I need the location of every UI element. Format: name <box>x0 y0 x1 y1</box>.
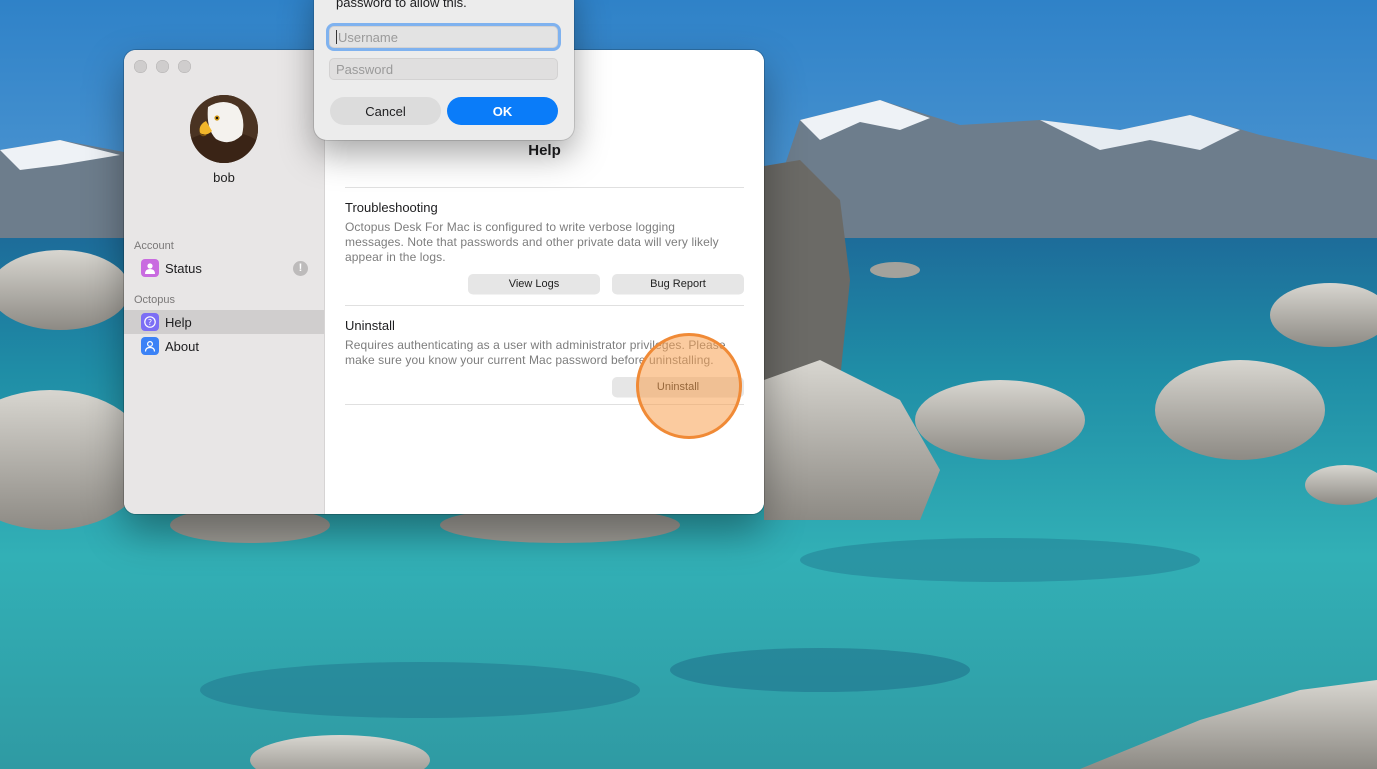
description-line: Octopus Desk For Mac is configured to wr… <box>345 220 676 234</box>
sidebar-item-label: About <box>165 338 199 354</box>
window-controls <box>134 60 191 73</box>
page-title: Help <box>528 142 561 159</box>
person-circle-icon <box>141 337 159 355</box>
cancel-button[interactable]: Cancel <box>330 97 441 125</box>
sidebar-item-status[interactable]: Status ! <box>132 256 316 280</box>
sidebar-section-octopus: Octopus <box>134 294 175 306</box>
dialog-message: password to allow this. <box>336 0 467 10</box>
sidebar-item-label: Status <box>165 260 202 276</box>
bug-report-button[interactable]: Bug Report <box>612 274 744 294</box>
troubleshooting-heading: Troubleshooting <box>345 200 438 215</box>
uninstall-heading: Uninstall <box>345 318 395 333</box>
minimize-window-button[interactable] <box>156 60 169 73</box>
sidebar-item-label: Help <box>165 314 192 330</box>
ok-button[interactable]: OK <box>447 97 558 125</box>
sidebar: bob Account Status ! Octopus ? Help Abou… <box>124 50 325 514</box>
sidebar-item-help[interactable]: ? Help <box>124 310 324 334</box>
warning-badge-icon: ! <box>293 260 308 276</box>
description-line: messages. Note that passwords and other … <box>345 235 719 249</box>
divider <box>345 187 744 188</box>
close-window-button[interactable] <box>134 60 147 73</box>
troubleshooting-description: Octopus Desk For Mac is configured to wr… <box>345 220 745 265</box>
username-field[interactable]: Username <box>329 26 558 48</box>
question-icon: ? <box>141 313 159 331</box>
person-icon <box>141 259 159 277</box>
svg-text:?: ? <box>148 318 152 327</box>
text-caret <box>336 30 337 44</box>
view-logs-button[interactable]: View Logs <box>468 274 600 294</box>
profile-username: bob <box>213 170 235 185</box>
auth-dialog: password to allow this. Username Passwor… <box>314 0 574 140</box>
password-placeholder: Password <box>336 61 394 77</box>
sidebar-item-about[interactable]: About <box>132 334 316 358</box>
eagle-avatar <box>190 95 258 163</box>
username-placeholder: Username <box>338 29 398 45</box>
description-line: appear in the logs. <box>345 250 446 264</box>
sidebar-section-account: Account <box>134 240 174 252</box>
password-field[interactable]: Password <box>329 58 558 80</box>
click-highlight <box>636 333 742 439</box>
divider <box>345 305 744 306</box>
zoom-window-button[interactable] <box>178 60 191 73</box>
